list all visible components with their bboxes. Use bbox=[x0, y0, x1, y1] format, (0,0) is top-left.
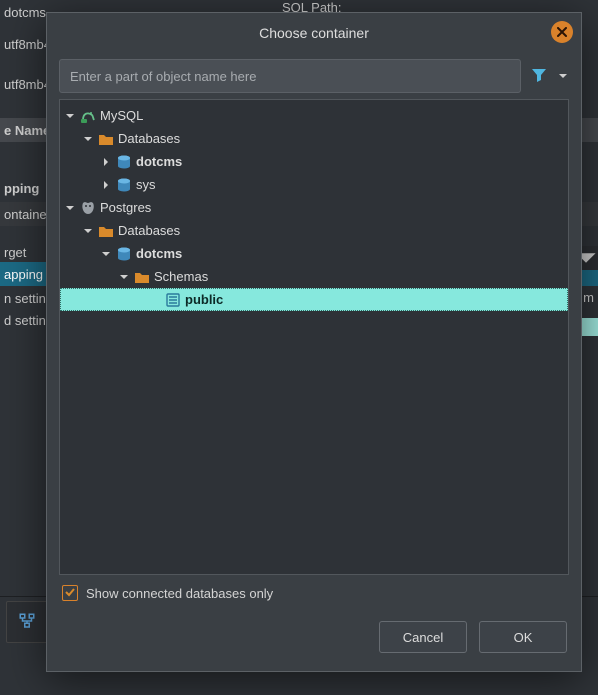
expander[interactable] bbox=[118, 271, 130, 283]
expander[interactable] bbox=[100, 156, 112, 168]
tree-node-public[interactable]: public bbox=[60, 288, 568, 311]
checkbox-row: Show connected databases only bbox=[47, 575, 581, 605]
search-row bbox=[47, 53, 581, 99]
expander[interactable] bbox=[82, 133, 94, 145]
tree-label: Databases bbox=[118, 131, 180, 146]
dialog-buttons: Cancel OK bbox=[47, 605, 581, 671]
tree-label: Schemas bbox=[154, 269, 208, 284]
tree-node-mysql[interactable]: MySQL bbox=[60, 104, 568, 127]
tree-label: dotcms bbox=[136, 154, 182, 169]
tree-node-postgres[interactable]: Postgres bbox=[60, 196, 568, 219]
tree-label: public bbox=[185, 292, 223, 307]
expander[interactable] bbox=[64, 110, 76, 122]
folder-icon bbox=[98, 223, 114, 239]
check-icon bbox=[64, 586, 76, 601]
close-icon bbox=[557, 25, 567, 40]
schema-icon bbox=[165, 292, 181, 308]
tree-pane[interactable]: MySQL Databases dotcms sys bbox=[59, 99, 569, 575]
filter-button[interactable] bbox=[527, 64, 551, 88]
close-button[interactable] bbox=[551, 21, 573, 43]
filter-dropdown[interactable] bbox=[557, 64, 569, 88]
choose-container-dialog: Choose container MySQL bbox=[46, 12, 582, 672]
tree-label: sys bbox=[136, 177, 156, 192]
funnel-icon bbox=[531, 67, 547, 86]
tree-label: Databases bbox=[118, 223, 180, 238]
search-input[interactable] bbox=[59, 59, 521, 93]
dialog-titlebar: Choose container bbox=[47, 13, 581, 53]
show-connected-checkbox[interactable] bbox=[62, 585, 78, 601]
expander[interactable] bbox=[100, 179, 112, 191]
tree-node-dotcms[interactable]: dotcms bbox=[60, 242, 568, 265]
expander[interactable] bbox=[82, 225, 94, 237]
expander[interactable] bbox=[100, 248, 112, 260]
folder-icon bbox=[98, 131, 114, 147]
tree-label: MySQL bbox=[100, 108, 143, 123]
dialog-title: Choose container bbox=[259, 25, 369, 41]
tree-label: dotcms bbox=[136, 246, 182, 261]
postgres-icon bbox=[80, 200, 96, 216]
chevron-down-icon bbox=[558, 69, 568, 84]
tree-label: Postgres bbox=[100, 200, 151, 215]
diagram-icon bbox=[18, 612, 36, 633]
tree-node-databases[interactable]: Databases bbox=[60, 219, 568, 242]
tree-node-dotcms[interactable]: dotcms bbox=[60, 150, 568, 173]
mysql-icon bbox=[80, 108, 96, 124]
tree-node-databases[interactable]: Databases bbox=[60, 127, 568, 150]
column-label: m bbox=[583, 290, 594, 305]
database-icon bbox=[116, 246, 132, 262]
database-icon bbox=[116, 154, 132, 170]
tree-node-schemas[interactable]: Schemas bbox=[60, 265, 568, 288]
checkbox-label: Show connected databases only bbox=[86, 586, 273, 601]
toolbar-button[interactable] bbox=[6, 601, 48, 643]
cancel-button[interactable]: Cancel bbox=[379, 621, 467, 653]
database-icon bbox=[116, 177, 132, 193]
folder-icon bbox=[134, 269, 150, 285]
tree-node-sys[interactable]: sys bbox=[60, 173, 568, 196]
expander[interactable] bbox=[64, 202, 76, 214]
ok-button[interactable]: OK bbox=[479, 621, 567, 653]
